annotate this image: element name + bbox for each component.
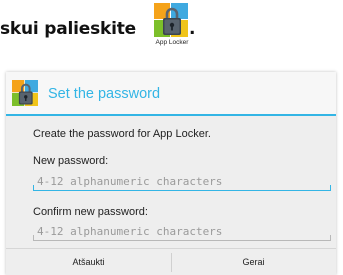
cancel-button[interactable]: Atšaukti	[6, 249, 171, 275]
new-password-underline-right	[330, 185, 331, 191]
new-password-label: New password:	[33, 155, 109, 167]
page: skui palieskite . App Locker Set the pas…	[0, 0, 343, 275]
confirm-password-underline-left	[33, 235, 34, 241]
app-locker-icon[interactable]	[154, 3, 188, 37]
dialog-header: Set the password	[6, 72, 336, 116]
instruction-text: skui palieskite	[0, 19, 137, 39]
confirm-password-underline-right	[330, 235, 331, 241]
dialog-button-bar: Atšaukti Gerai	[6, 248, 336, 275]
new-password-input[interactable]	[33, 173, 331, 191]
app-locker-icon-label: App Locker	[155, 39, 189, 46]
dialog-description: Create the password for App Locker.	[33, 128, 211, 140]
instruction-area: skui palieskite . App Locker	[0, 0, 343, 58]
app-locker-icon	[12, 80, 38, 106]
ok-button[interactable]: Gerai	[171, 249, 336, 275]
new-password-underline-left	[33, 185, 34, 191]
instruction-period: .	[189, 19, 196, 39]
confirm-password-input[interactable]	[33, 223, 331, 241]
dialog-title: Set the password	[48, 86, 161, 102]
set-password-dialog: Set the password Create the password for…	[6, 72, 336, 275]
confirm-password-label: Confirm new password:	[33, 206, 148, 218]
